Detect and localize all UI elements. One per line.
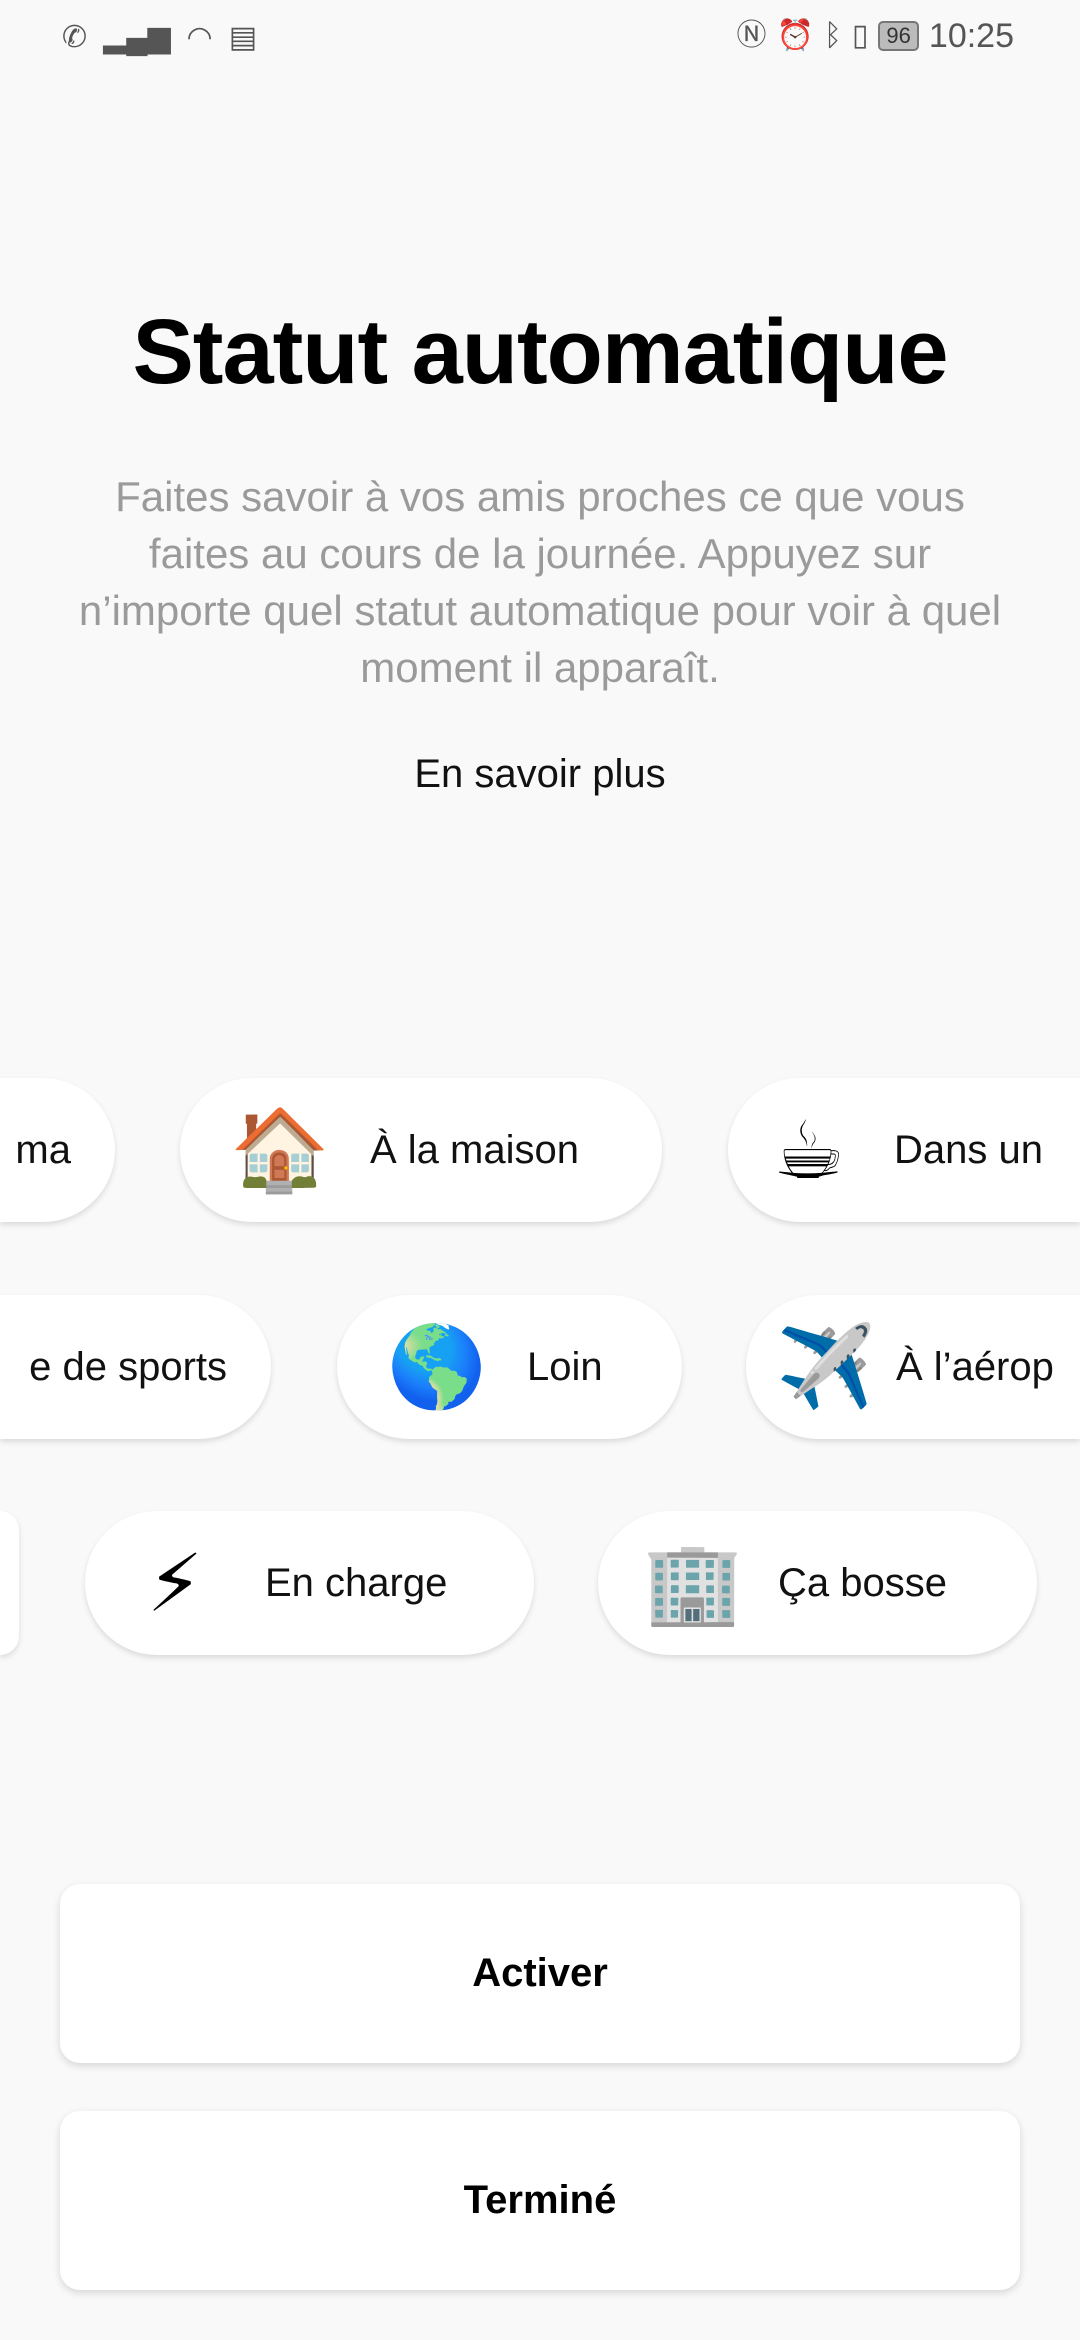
vibrate-icon: ▯	[851, 19, 869, 52]
status-label: À la maison	[370, 1127, 579, 1172]
page-title: Statut automatique	[132, 301, 948, 403]
done-button[interactable]: Terminé	[60, 2111, 1020, 2290]
airplane-icon: ✈️	[776, 1322, 876, 1411]
globe-icon: 🌎	[387, 1322, 487, 1411]
status-chip-work[interactable]: 🏢 Ça bosse	[598, 1511, 1037, 1655]
status-label: Dans un	[894, 1127, 1043, 1172]
learn-more-link[interactable]: En savoir plus	[0, 752, 1080, 797]
description: Faites savoir à vos amis proches ce que …	[78, 473, 1002, 691]
house-icon: 🏠	[230, 1105, 330, 1194]
status-bar: ✆ ▂▄▆ ◠ ▤ Ⓝ ⏰ ᛒ ▯ 96 10:25	[0, 0, 1080, 75]
battery-icon: 96	[878, 21, 919, 51]
wifi-calling-icon: ✆	[62, 21, 88, 54]
signal-icon: ▂▄▆	[103, 21, 171, 54]
bluetooth-icon: ᛒ	[823, 19, 842, 52]
lightning-icon: ⚡	[146, 1538, 204, 1628]
status-chip[interactable]	[0, 1511, 19, 1655]
status-label: À l’aérop	[896, 1344, 1054, 1389]
status-chip-away[interactable]: 🌎 Loin	[337, 1295, 682, 1439]
status-label: En charge	[265, 1560, 448, 1605]
status-chip-home[interactable]: 🏠 À la maison	[180, 1078, 662, 1222]
nfc-icon: Ⓝ	[736, 19, 767, 52]
wifi-icon: ◠	[186, 21, 213, 54]
office-building-icon: 🏢	[643, 1538, 743, 1627]
status-label: e de sports	[29, 1344, 227, 1389]
status-chip-charging[interactable]: ⚡ En charge	[85, 1511, 534, 1655]
status-chip[interactable]: ma	[0, 1078, 115, 1222]
status-chip-airport[interactable]: ✈️ À l’aérop	[746, 1295, 1080, 1439]
status-label: Ça bosse	[778, 1560, 947, 1605]
notification-icon: ▤	[228, 21, 258, 54]
status-label: ma	[15, 1127, 71, 1172]
activate-button[interactable]: Activer	[60, 1884, 1020, 2063]
status-chip-sports[interactable]: e de sports	[0, 1295, 271, 1439]
status-chip-cafe[interactable]: ☕ Dans un	[728, 1078, 1080, 1222]
clock: 10:25	[928, 16, 1014, 55]
alarm-icon: ⏰	[776, 19, 814, 52]
status-label: Loin	[527, 1344, 603, 1389]
coffee-icon: ☕	[773, 1105, 845, 1195]
